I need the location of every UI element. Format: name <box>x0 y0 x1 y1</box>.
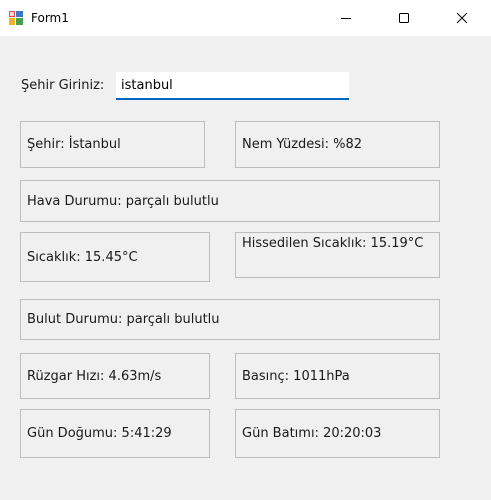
temperature-result-box: Sıcaklık: 15.45°C <box>20 232 210 282</box>
feels-like-result: Hissedilen Sıcaklık: 15.19°C <box>242 236 424 251</box>
pressure-result-box: Basınç: 1011hPa <box>235 353 440 399</box>
windows-forms-app-icon <box>9 11 23 25</box>
weather-result: Hava Durumu: parçalı bulutlu <box>27 193 219 209</box>
sunset-result: Gün Batımı: 20:20:03 <box>242 426 382 441</box>
close-button[interactable] <box>439 0 485 36</box>
sunrise-result-box: Gün Doğumu: 5:41:29 <box>20 409 210 458</box>
maximize-icon <box>399 13 409 23</box>
form1-window: Form1 Şehir Giriniz: Şehir: İstanbul Nem… <box>0 0 491 500</box>
pressure-result: Basınç: 1011hPa <box>242 368 350 384</box>
minimize-button[interactable] <box>323 0 369 36</box>
minimize-icon <box>341 18 351 19</box>
wind-result-box: Rüzgar Hızı: 4.63m/s <box>20 353 210 399</box>
city-input[interactable] <box>116 72 349 100</box>
humidity-result-box: Nem Yüzdesi: %82 <box>235 121 440 168</box>
city-result-box: Şehir: İstanbul <box>20 121 205 168</box>
title-bar[interactable]: Form1 <box>0 0 491 36</box>
city-result: Şehir: İstanbul <box>27 137 121 152</box>
feels-like-result-box: Hissedilen Sıcaklık: 15.19°C <box>235 232 440 278</box>
sunset-result-box: Gün Batımı: 20:20:03 <box>235 409 440 458</box>
wind-result: Rüzgar Hızı: 4.63m/s <box>27 368 162 384</box>
maximize-button[interactable] <box>381 0 427 36</box>
clouds-result-box: Bulut Durumu: parçalı bulutlu <box>20 299 440 340</box>
humidity-result: Nem Yüzdesi: %82 <box>242 137 363 152</box>
sunrise-result: Gün Doğumu: 5:41:29 <box>27 426 172 441</box>
clouds-result: Bulut Durumu: parçalı bulutlu <box>27 312 220 327</box>
temperature-result: Sıcaklık: 15.45°C <box>27 249 138 265</box>
close-icon <box>456 12 468 24</box>
window-title: Form1 <box>31 11 69 25</box>
weather-result-box: Hava Durumu: parçalı bulutlu <box>20 180 440 222</box>
city-label: Şehir Giriniz: <box>21 78 105 93</box>
